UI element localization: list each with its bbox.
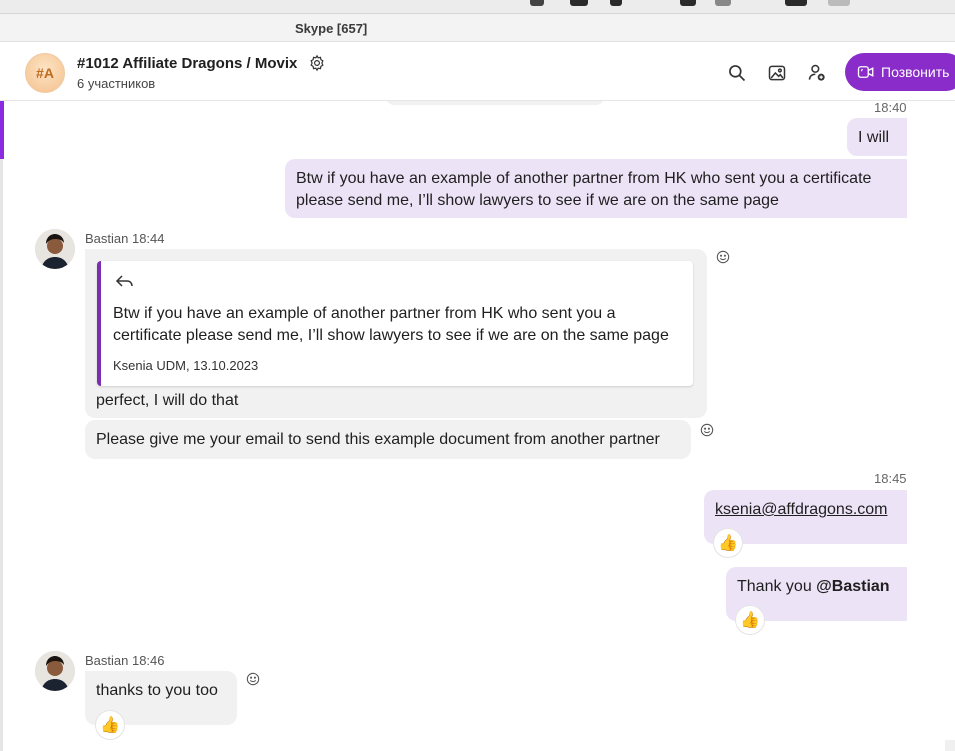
message-list[interactable]: 18:40 I will Btw if you have an example … bbox=[0, 101, 955, 751]
call-button-label: Позвонить bbox=[881, 64, 950, 80]
previous-message-edge bbox=[386, 101, 604, 105]
sender-label: Bastian 18:46 bbox=[85, 653, 165, 668]
smiley-icon[interactable] bbox=[246, 672, 260, 686]
menubar-icon bbox=[570, 0, 588, 6]
quoted-message[interactable]: Btw if you have an example of another pa… bbox=[97, 261, 693, 386]
incoming-message[interactable]: Please give me your email to send this e… bbox=[85, 420, 691, 459]
thumbs-up-icon[interactable]: 👍 bbox=[735, 605, 765, 635]
mention[interactable]: @Bastian bbox=[816, 578, 889, 595]
smiley-icon[interactable] bbox=[716, 250, 730, 264]
menubar-icon bbox=[715, 0, 731, 6]
menubar-icon bbox=[680, 0, 696, 6]
reaction-emoji: 👍 bbox=[718, 535, 738, 552]
avatar[interactable] bbox=[35, 651, 75, 691]
quote-text: Btw if you have an example of another pa… bbox=[113, 305, 669, 344]
add-person-icon[interactable] bbox=[807, 63, 827, 83]
group-avatar[interactable]: #A bbox=[25, 53, 65, 93]
message-text: perfect, I will do that bbox=[96, 392, 239, 409]
message-text: thanks to you too bbox=[96, 682, 218, 699]
reaction-emoji: 👍 bbox=[100, 717, 120, 734]
email-link[interactable]: ksenia@affdragons.com bbox=[715, 501, 887, 518]
avatar-photo bbox=[35, 651, 75, 691]
avatar-photo bbox=[35, 229, 75, 269]
scrollbar-corner bbox=[945, 740, 955, 751]
menubar-icon bbox=[828, 0, 850, 6]
call-button[interactable]: Позвонить bbox=[845, 53, 955, 91]
gear-icon[interactable] bbox=[308, 54, 326, 72]
gallery-icon[interactable] bbox=[767, 63, 787, 83]
message-time: 18:45 bbox=[874, 471, 907, 486]
video-call-icon bbox=[857, 66, 874, 78]
window-title-bar: Skype [657] bbox=[0, 14, 955, 42]
menubar-icon bbox=[530, 0, 544, 6]
menubar-icon bbox=[610, 0, 622, 6]
smiley-icon[interactable] bbox=[700, 423, 714, 437]
thumbs-up-icon[interactable]: 👍 bbox=[713, 528, 743, 558]
participants-count[interactable]: 6 участников bbox=[77, 76, 155, 91]
sender-label: Bastian 18:44 bbox=[85, 231, 165, 246]
search-icon[interactable] bbox=[727, 63, 747, 83]
quote-author-date: Ksenia UDM, 13.10.2023 bbox=[113, 358, 259, 373]
message-text: Please give me your email to send this e… bbox=[96, 431, 660, 448]
thumbs-up-icon[interactable]: 👍 bbox=[95, 710, 125, 740]
outgoing-message[interactable]: I will bbox=[847, 118, 907, 156]
menubar-icon bbox=[785, 0, 807, 6]
chat-title[interactable]: #1012 Affiliate Dragons / Movix bbox=[77, 55, 297, 72]
message-text: Thank you bbox=[737, 578, 817, 595]
chat-header: #A #1012 Affiliate Dragons / Movix 6 уча… bbox=[0, 43, 955, 101]
message-text: Btw if you have an example of another pa… bbox=[296, 170, 872, 209]
outgoing-message[interactable]: Btw if you have an example of another pa… bbox=[285, 159, 907, 218]
reply-icon bbox=[115, 275, 133, 287]
message-text: I will bbox=[858, 129, 890, 146]
message-time: 18:40 bbox=[874, 101, 907, 115]
reaction-emoji: 👍 bbox=[740, 612, 760, 629]
window-title: Skype [657] bbox=[295, 21, 368, 36]
avatar[interactable] bbox=[35, 229, 75, 269]
system-menu-bar bbox=[0, 0, 955, 14]
